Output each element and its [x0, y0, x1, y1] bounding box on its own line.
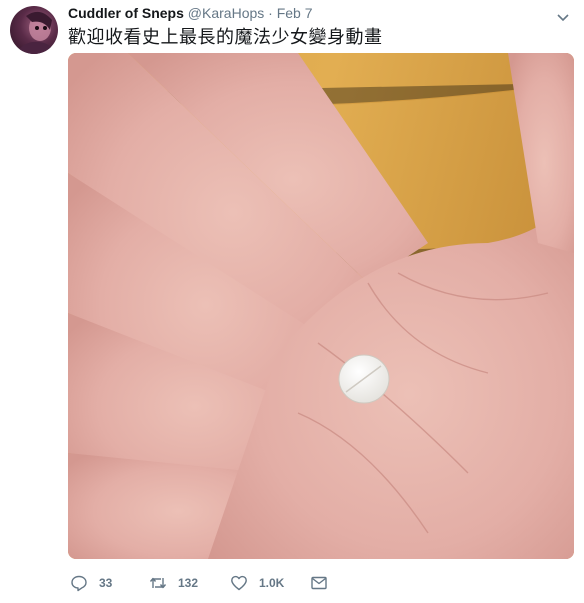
chevron-down-icon[interactable] — [556, 10, 570, 24]
avatar[interactable] — [10, 6, 58, 54]
display-name[interactable]: Cuddler of Sneps — [68, 5, 184, 21]
reply-count: 33 — [99, 576, 113, 590]
tweet-text: 歡迎收看史上最長的魔法少女變身動畫 — [68, 27, 383, 47]
reply-icon — [71, 575, 87, 592]
retweet-count: 132 — [178, 576, 199, 590]
envelope-icon — [311, 576, 327, 590]
user-handle[interactable]: @KaraHops — [188, 5, 264, 21]
reply-button[interactable]: 33 — [70, 568, 112, 598]
like-count: 1.0K — [259, 576, 285, 590]
retweet-button[interactable]: 132 — [149, 568, 198, 598]
retweet-icon — [149, 577, 167, 589]
tweet-photo[interactable] — [68, 53, 574, 559]
dm-button[interactable] — [310, 568, 328, 598]
like-button[interactable]: 1.0K — [230, 568, 284, 598]
tweet-actions: 33 132 1.0K — [68, 568, 568, 598]
tweet-header: Cuddler of Sneps @KaraHops · Feb 7 — [68, 4, 313, 22]
tweet-date[interactable]: Feb 7 — [277, 5, 313, 21]
tweet: Cuddler of Sneps @KaraHops · Feb 7 歡迎收看史… — [0, 0, 584, 603]
separator-dot: · — [268, 5, 273, 21]
heart-icon — [231, 575, 247, 591]
